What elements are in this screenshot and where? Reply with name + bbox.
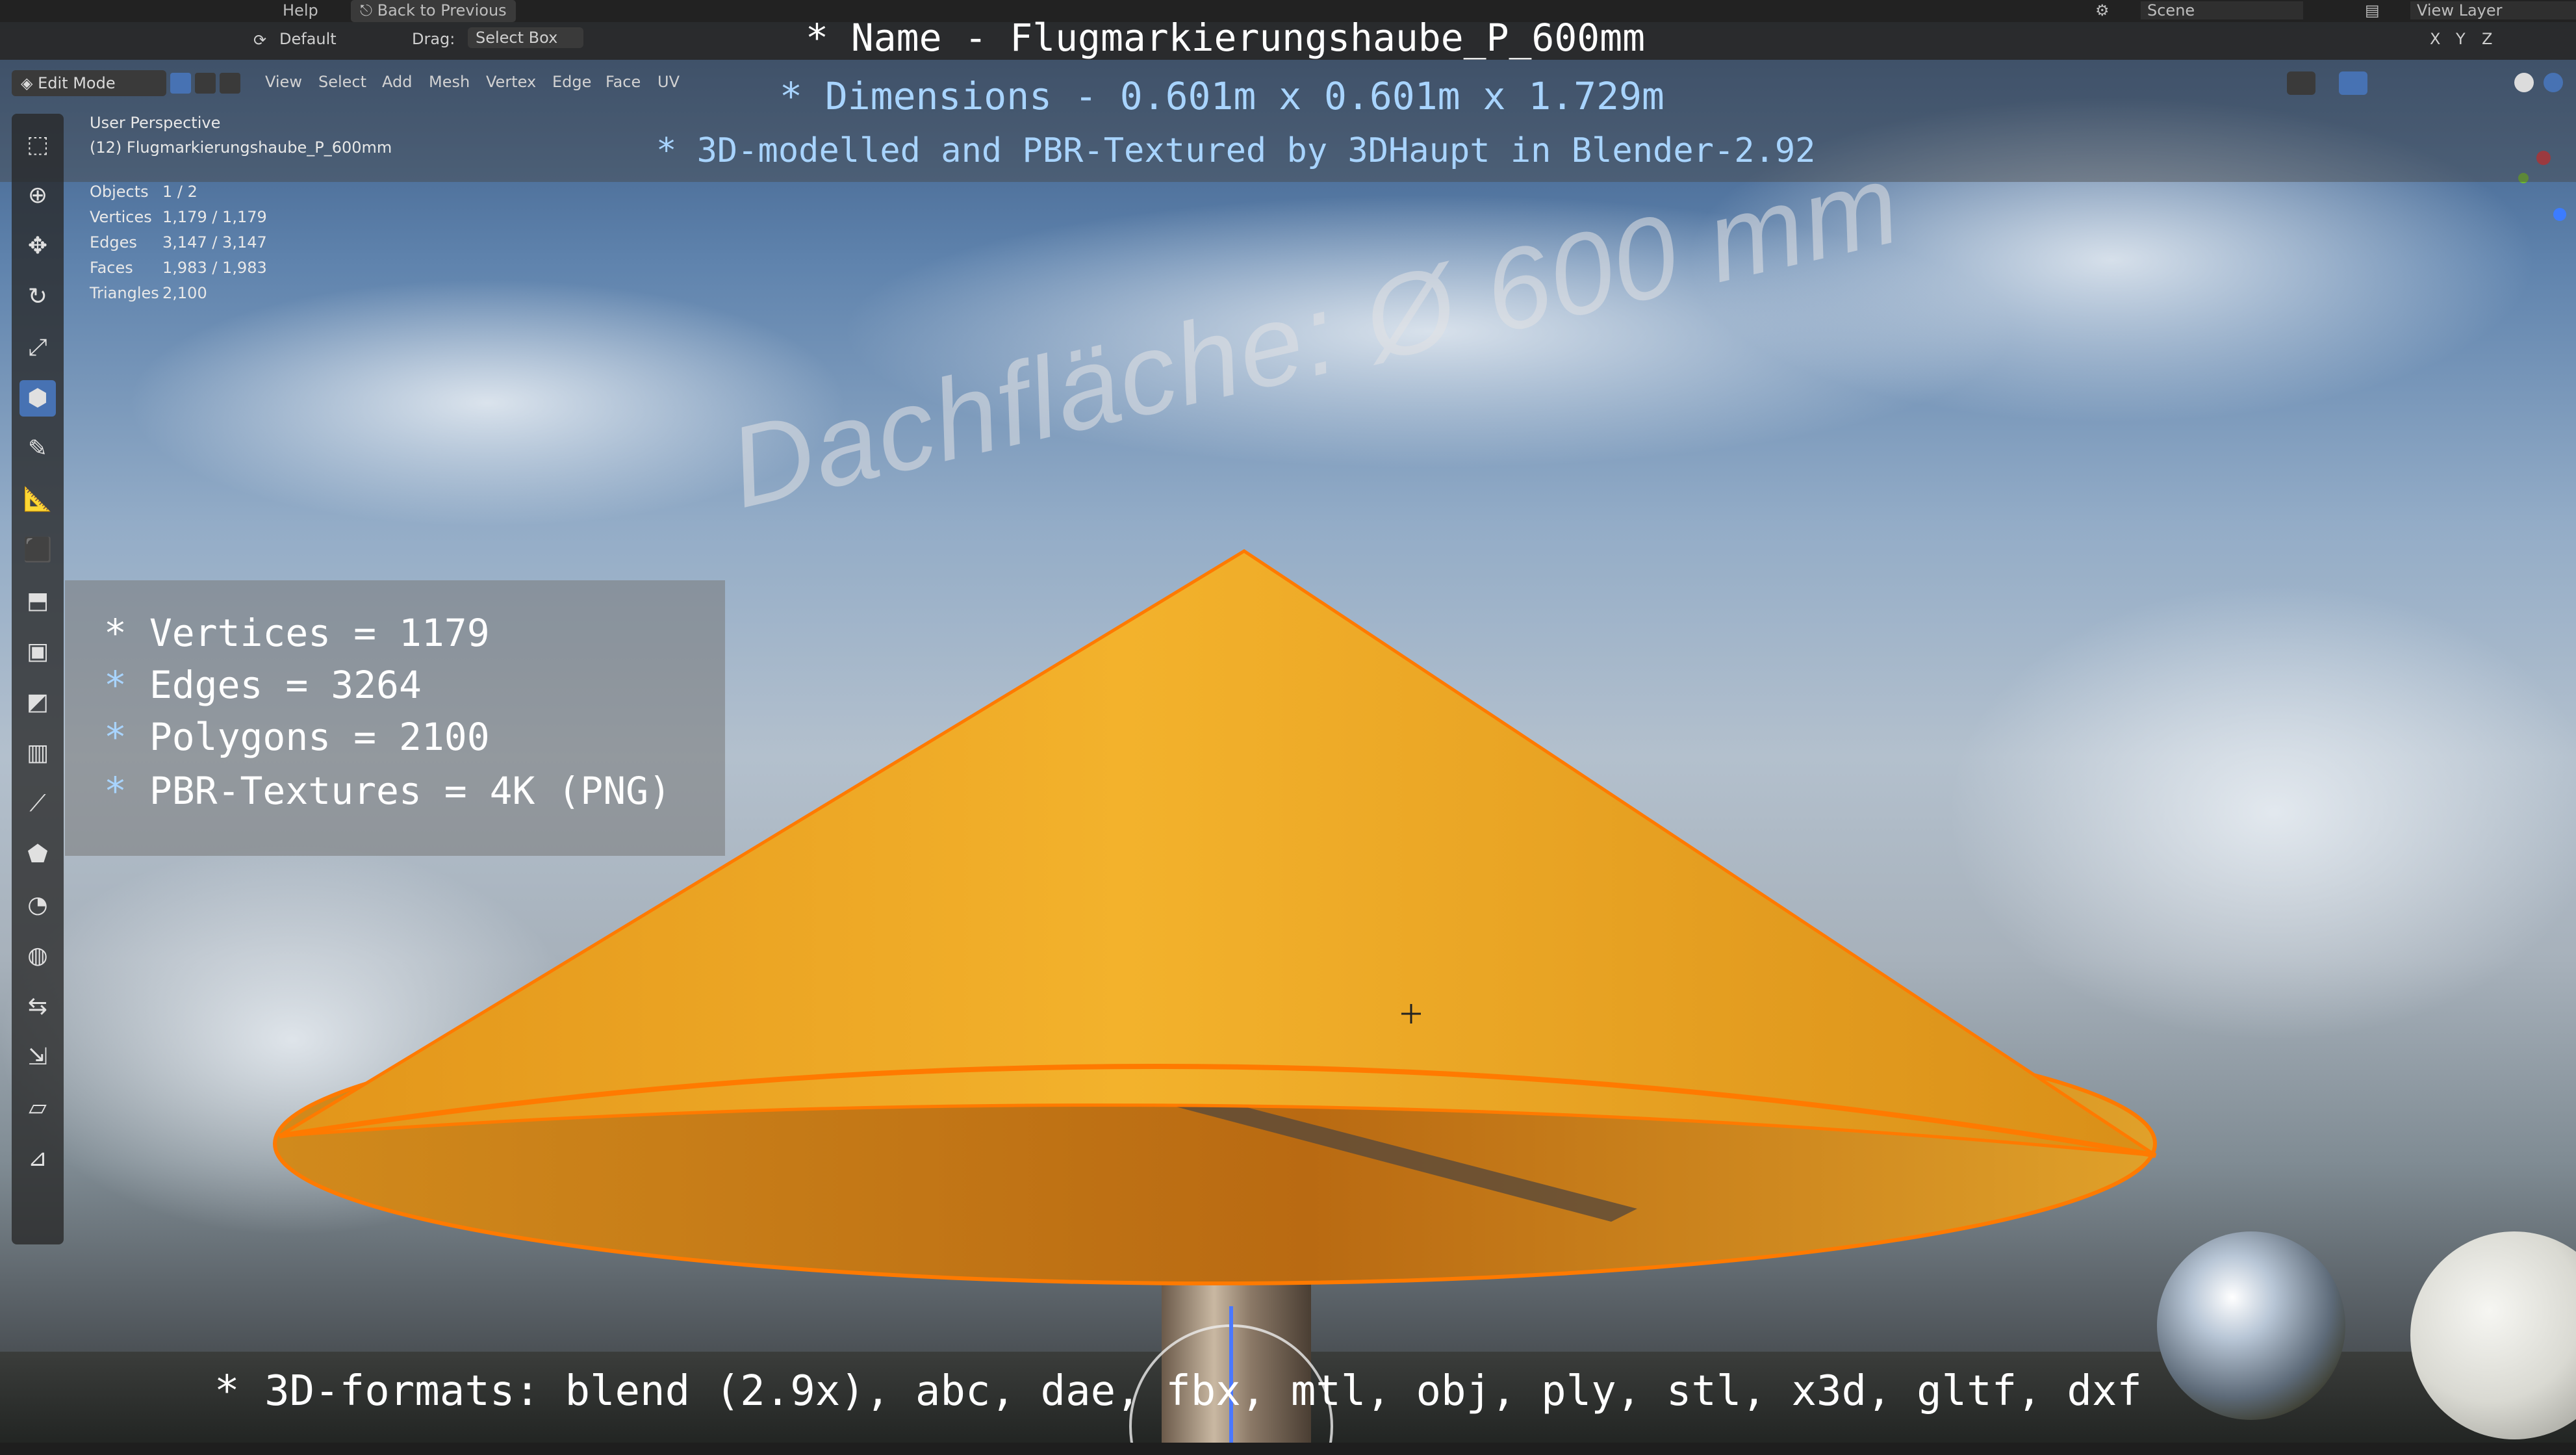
menu-vertex[interactable]: Vertex xyxy=(486,73,536,91)
scale-icon[interactable]: ⤢ xyxy=(19,329,56,366)
overlay-textures-line: * PBR-Textures = 4K (PNG) xyxy=(104,769,671,813)
extrude-icon[interactable]: ⬒ xyxy=(19,583,56,619)
scene-icon[interactable]: ⚙ xyxy=(2095,1,2110,19)
overlay-dimensions-line: * Dimensions - 0.601m x 0.601m x 1.729m xyxy=(780,74,1664,118)
transform-icon[interactable]: ⬢ xyxy=(19,380,56,417)
stat-row: Triangles 2,100 xyxy=(90,284,363,305)
measure-icon[interactable]: 📐 xyxy=(19,482,56,518)
face-select-mode[interactable] xyxy=(220,73,240,94)
shear-icon[interactable]: ▱ xyxy=(19,1090,56,1126)
stat-value: 1 / 2 xyxy=(162,183,198,201)
inset-icon[interactable]: ▣ xyxy=(19,634,56,670)
rotate-icon[interactable]: ↻ xyxy=(19,279,56,315)
perspective-label: User Perspective xyxy=(90,114,221,132)
smooth-icon[interactable]: ◍ xyxy=(19,938,56,974)
knife-icon[interactable]: ⟋ xyxy=(19,786,56,822)
status-bar xyxy=(0,1443,2576,1455)
edge-slide-icon[interactable]: ⇆ xyxy=(19,988,56,1025)
overlay-modelled-line: * 3D-modelled and PBR-Textured by 3DHaup… xyxy=(656,131,1816,170)
add-cube-icon[interactable]: ⬛ xyxy=(19,532,56,569)
edit-mode-icon: ◈ xyxy=(21,74,38,92)
menu-add[interactable]: Add xyxy=(382,73,412,91)
axis-y-toggle[interactable]: Y xyxy=(2456,30,2466,48)
select-box-icon[interactable]: ⬚ xyxy=(19,127,56,163)
bevel-icon[interactable]: ◩ xyxy=(19,684,56,721)
stat-row: Vertices 1,179 / 1,179 xyxy=(90,208,363,229)
stat-label: Objects xyxy=(90,183,149,201)
stat-label: Faces xyxy=(90,259,133,277)
edge-select-mode[interactable] xyxy=(195,73,216,94)
axis-x-toggle[interactable]: X xyxy=(2430,30,2440,48)
drag-select-dropdown[interactable]: Select Box xyxy=(468,27,584,48)
cursor-icon[interactable]: ⊕ xyxy=(19,177,56,214)
visibility-toggle[interactable] xyxy=(2287,71,2315,95)
vertex-select-mode[interactable] xyxy=(170,73,191,94)
active-object-label: (12) Flugmarkierungshaube_P_600mm xyxy=(90,138,392,157)
annotate-icon[interactable]: ✎ xyxy=(19,431,56,467)
stat-row: Objects 1 / 2 xyxy=(90,183,363,203)
overlay-formats-line: * 3D-formats: blend (2.9x), abc, dae, fb… xyxy=(214,1367,2142,1415)
stat-row: Edges 3,147 / 3,147 xyxy=(90,233,363,254)
view-layer-icon[interactable]: ▤ xyxy=(2365,1,2380,19)
menu-uv[interactable]: UV xyxy=(657,73,680,91)
move-icon[interactable]: ✥ xyxy=(19,228,56,264)
overlays-toggle[interactable] xyxy=(2339,71,2367,95)
toolbar: ⬚ ⊕ ✥ ↻ ⤢ ⬢ ✎ 📐 ⬛ ⬒ ▣ ◩ ▥ ⟋ ⬟ ◔ ◍ ⇆ ⇲ ▱ ⊿ xyxy=(12,114,64,1244)
stat-label: Edges xyxy=(90,233,137,251)
menu-edge[interactable]: Edge xyxy=(552,73,591,91)
menu-face[interactable]: Face xyxy=(606,73,641,91)
menu-view[interactable]: View xyxy=(265,73,302,91)
axis-z-toggle[interactable]: Z xyxy=(2482,30,2492,48)
stat-value: 2,100 xyxy=(162,284,207,302)
stat-value: 1,983 / 1,983 xyxy=(162,259,267,277)
viewport-shading-material[interactable] xyxy=(2544,73,2563,92)
view-layer-selector[interactable]: View Layer xyxy=(2410,1,2576,19)
menu-help[interactable]: Help xyxy=(283,1,318,19)
poly-build-icon[interactable]: ⬟ xyxy=(19,836,56,873)
viewport-shading-solid[interactable] xyxy=(2514,73,2534,92)
scene-selector[interactable]: Scene xyxy=(2141,1,2303,19)
stat-value: 3,147 / 3,147 xyxy=(162,233,267,251)
stat-row: Faces 1,983 / 1,983 xyxy=(90,259,363,279)
mode-selector[interactable]: ◈ Edit Mode xyxy=(12,70,166,96)
back-icon: ⎋ xyxy=(360,1,377,19)
menu-select[interactable]: Select xyxy=(318,73,366,91)
z-axis-dot[interactable] xyxy=(2553,208,2566,221)
drag-label: Drag: xyxy=(412,30,455,48)
orientation-icon[interactable]: ⟳ xyxy=(253,31,266,49)
hdri-chrome-sphere xyxy=(2157,1231,2345,1420)
overlay-vertices-line: * Vertices = 1179 xyxy=(104,611,490,655)
orientation-preset[interactable]: Default xyxy=(279,30,377,48)
spin-icon[interactable]: ◔ xyxy=(19,887,56,923)
rip-icon[interactable]: ⊿ xyxy=(19,1140,56,1177)
stat-label: Vertices xyxy=(90,208,152,226)
stat-label: Triangles xyxy=(90,284,159,302)
overlay-name-line: * Name - Flugmarkierungshaube_P_600mm xyxy=(806,16,1646,60)
stat-value: 1,179 / 1,179 xyxy=(162,208,267,226)
menu-mesh[interactable]: Mesh xyxy=(429,73,470,91)
shrink-fatten-icon[interactable]: ⇲ xyxy=(19,1039,56,1075)
overlay-edges-line: * Edges = 3264 xyxy=(104,663,422,707)
loop-cut-icon[interactable]: ▥ xyxy=(19,735,56,771)
overlay-polygons-line: * Polygons = 2100 xyxy=(104,715,490,759)
back-to-previous-button[interactable]: ⎋ Back to Previous xyxy=(351,0,516,22)
